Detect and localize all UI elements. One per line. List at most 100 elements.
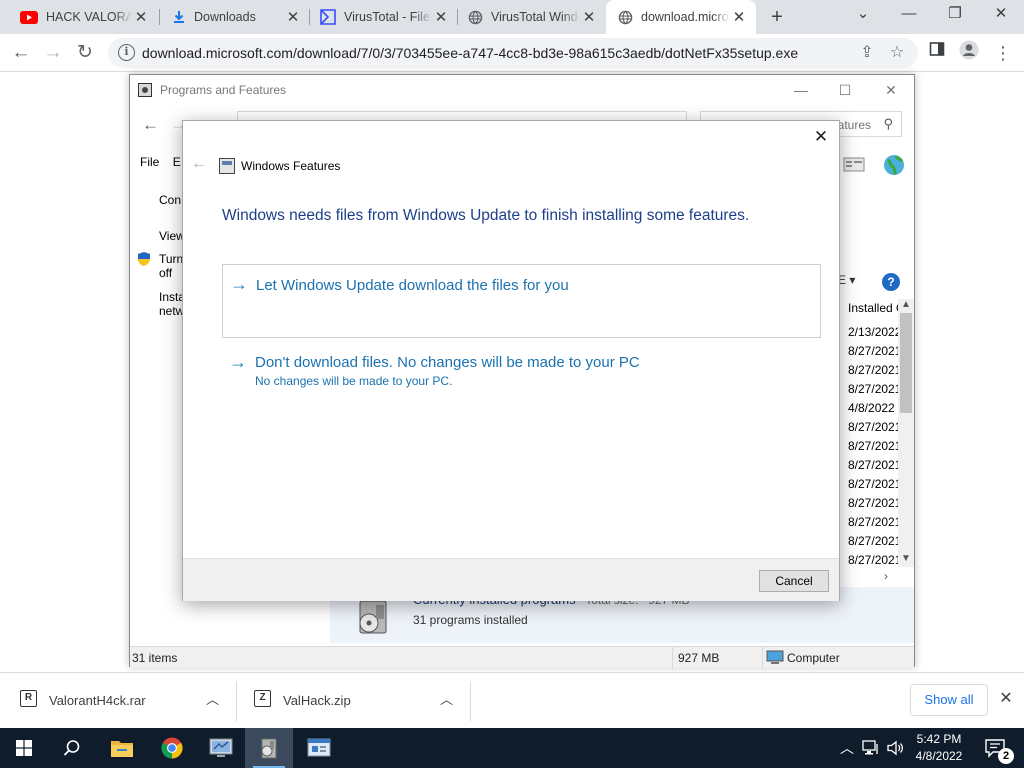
list-item-date[interactable]: 8/27/2021 (848, 534, 900, 548)
chrome-icon (161, 737, 183, 759)
status-bar: 31 items 927 MB Computer (130, 646, 914, 669)
volume-icon[interactable] (886, 740, 904, 756)
view-options-icon[interactable] (842, 153, 866, 175)
list-item-date[interactable]: 8/27/2021 (848, 363, 900, 377)
folder-icon (111, 741, 133, 757)
back-button[interactable]: ← (6, 38, 36, 68)
reload-button[interactable]: ↻ (70, 38, 100, 68)
menu-file[interactable]: File (140, 155, 159, 169)
windows-update-globe-icon[interactable] (882, 153, 906, 176)
tab-downloads[interactable]: Downloads ✕ (160, 0, 310, 34)
sidebar-link-view-updates[interactable]: View (159, 229, 185, 243)
uac-shield-icon (138, 252, 150, 266)
download-separator (236, 681, 237, 721)
chevron-up-icon[interactable]: ︿ (206, 689, 219, 708)
list-item-date[interactable]: 8/27/2021 (848, 553, 900, 567)
list-item-date[interactable]: 8/27/2021 (848, 515, 900, 529)
close-icon[interactable]: ✕ (809, 125, 833, 149)
list-item-date[interactable]: 8/27/2021 (848, 344, 900, 358)
list-item-date[interactable]: 8/27/2021 (848, 496, 900, 510)
close-icon[interactable]: ✕ (284, 8, 302, 26)
tab-search-chevron-icon[interactable]: ⌄ (840, 0, 886, 30)
cancel-button[interactable]: Cancel (759, 570, 829, 592)
menu-edit[interactable]: E (173, 155, 181, 169)
tab-title: HACK VALORANT (46, 10, 132, 24)
list-item-date[interactable]: 8/27/2021 (848, 382, 900, 396)
close-window-button[interactable]: ✕ (978, 0, 1024, 30)
back-arrow-icon[interactable]: ← (142, 115, 159, 135)
download-separator (470, 681, 471, 721)
installed-programs-icon (359, 600, 387, 634)
scrollbar-thumb[interactable] (900, 313, 912, 413)
sidebar-link-turn-features-a[interactable]: Turn (159, 252, 183, 266)
tab-hack-valorant[interactable]: HACK VALORANT ✕ (8, 0, 158, 34)
close-button[interactable]: ✕ (868, 79, 914, 101)
download-item-valhack[interactable]: Z ValHack.zip ︿ (254, 673, 464, 729)
list-item-date[interactable]: 8/27/2021 (848, 477, 900, 491)
list-item-date[interactable]: 4/8/2022 (848, 401, 900, 415)
taskbar-programs-features[interactable] (245, 728, 293, 768)
tab-virustotal-windows[interactable]: VirusTotal Windows ✕ (456, 0, 606, 34)
scroll-down-icon[interactable]: ▼ (901, 553, 911, 564)
close-downloads-bar-icon[interactable]: ✕ (996, 689, 1016, 709)
back-arrow-icon[interactable]: ← (191, 155, 207, 173)
minimize-button[interactable]: — (886, 0, 932, 30)
download-item-valoranth4ck[interactable]: R ValorantH4ck.rar ︿ (20, 673, 230, 729)
chevron-up-icon[interactable]: ︿ (440, 689, 453, 708)
scroll-up-icon[interactable]: ▲ (901, 299, 911, 310)
system-clock[interactable]: 5:42 PM 4/8/2022 (908, 731, 970, 765)
search-placeholder: atures (837, 118, 871, 132)
let-windows-update-download-option[interactable]: → Let Windows Update download the files … (222, 264, 821, 338)
list-item-date[interactable]: 8/27/2021 (848, 458, 900, 472)
network-icon[interactable] (862, 740, 880, 756)
help-icon[interactable]: ? (882, 273, 900, 291)
start-button[interactable] (0, 728, 48, 768)
side-panel-icon[interactable] (924, 40, 950, 66)
search-button[interactable] (48, 728, 96, 768)
tab-virustotal-file[interactable]: VirusTotal - File ✕ (308, 0, 458, 34)
close-icon[interactable]: ✕ (432, 8, 450, 26)
maximize-button[interactable]: ❐ (932, 0, 978, 30)
scroll-right-icon[interactable]: › (884, 569, 888, 583)
close-icon[interactable]: ✕ (580, 8, 598, 26)
close-icon[interactable]: ✕ (132, 8, 150, 26)
info-icon[interactable]: i (118, 44, 135, 61)
list-item-date[interactable]: 8/27/2021 (848, 439, 900, 453)
sidebar-link-control-panel[interactable]: Con (159, 193, 181, 207)
taskbar-chrome[interactable] (148, 728, 196, 768)
vertical-scrollbar[interactable]: ▲ ▼ (898, 299, 914, 567)
list-item-date[interactable]: 8/27/2021 (848, 420, 900, 434)
tab-strip: HACK VALORANT ✕ Downloads ✕ VirusTotal -… (0, 0, 1024, 34)
action-center-button[interactable]: 2 (976, 728, 1024, 768)
tab-title: VirusTotal - File (344, 10, 430, 24)
dont-download-option[interactable]: → Don't download files. No changes will … (222, 349, 821, 399)
share-icon[interactable]: ⇪ (854, 40, 880, 66)
forward-button[interactable]: → (38, 38, 68, 68)
download-filename: ValHack.zip (283, 693, 351, 708)
show-all-button[interactable]: Show all (910, 684, 988, 716)
tab-download-microsoft[interactable]: download.microsoft.com ✕ (606, 0, 756, 34)
sidebar-link-turn-features-b[interactable]: off (159, 266, 172, 280)
taskbar-windows-features[interactable] (295, 728, 343, 768)
tab-title: Downloads (194, 10, 256, 24)
new-tab-button[interactable]: + (764, 4, 790, 30)
sidebar-link-install-network-b[interactable]: netw (159, 304, 184, 318)
list-item-date[interactable]: 2/13/2022 (848, 325, 900, 339)
minimize-button[interactable]: — (778, 79, 824, 101)
clock-date: 4/8/2022 (915, 749, 963, 763)
address-bar[interactable]: i download.microsoft.com/download/7/0/3/… (108, 38, 918, 68)
profile-avatar-icon[interactable] (956, 40, 982, 66)
taskbar-control-panel[interactable] (197, 728, 245, 768)
tab-title: download.microsoft.com (641, 10, 730, 24)
kebab-menu-icon[interactable]: ⋮ (990, 40, 1016, 66)
maximize-button[interactable]: ☐ (822, 79, 868, 101)
dialog-heading: Windows needs files from Windows Update … (222, 207, 750, 224)
taskbar-file-explorer[interactable] (98, 728, 146, 768)
status-size: 927 MB (678, 651, 720, 665)
search-icon (63, 740, 80, 756)
close-icon[interactable]: ✕ (730, 8, 748, 26)
zip-file-icon: Z (254, 690, 271, 707)
show-hidden-icons-chevron[interactable]: ︿ (840, 738, 854, 758)
organize-view-dropdown[interactable]: E ▾ (838, 273, 855, 287)
star-icon[interactable]: ☆ (884, 40, 910, 66)
